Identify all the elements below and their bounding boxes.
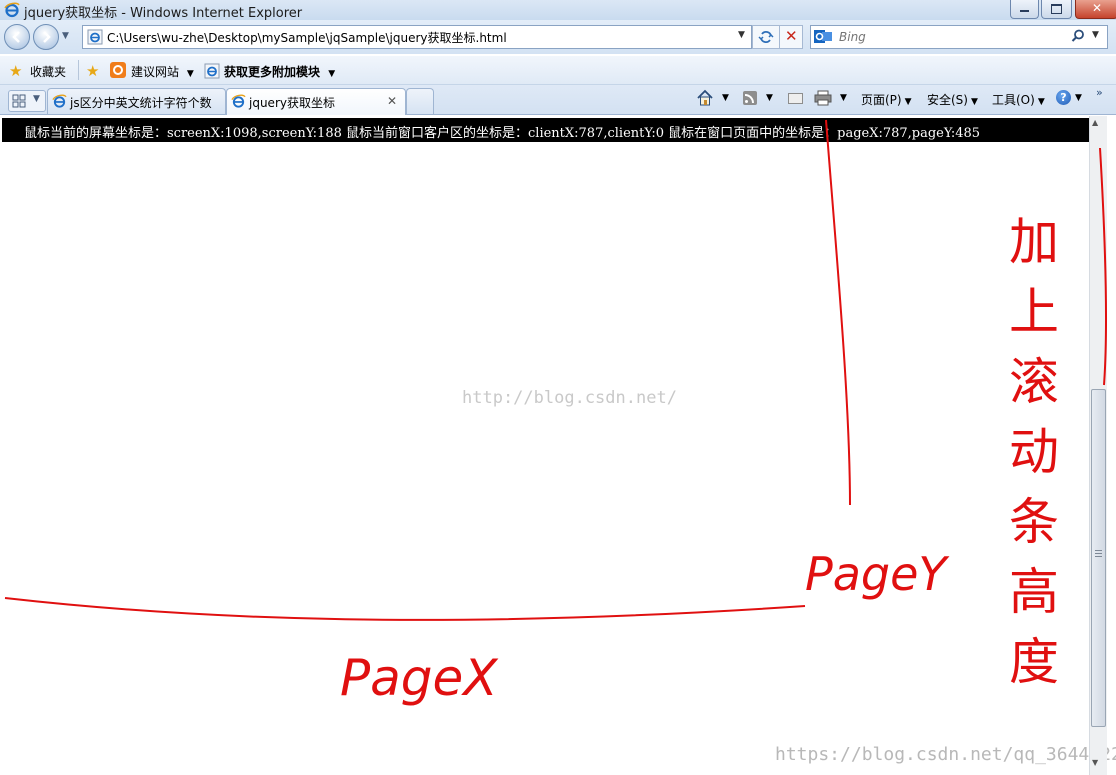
page-y-label: PageY xyxy=(805,547,950,601)
page-x-line xyxy=(4,597,806,621)
page-y-line xyxy=(825,119,851,506)
scroll-height-line xyxy=(1099,147,1108,386)
page-x-label: PageX xyxy=(340,649,499,707)
annotation-overlay: PageY PageX 加上滚动条高度 xyxy=(4,119,1108,707)
scroll-note-label: 加上滚动条高度 xyxy=(1001,215,1059,705)
